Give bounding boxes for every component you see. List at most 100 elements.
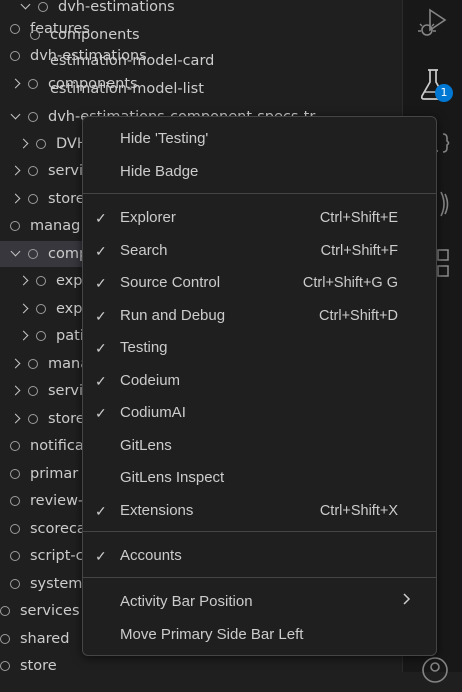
chevron-right-icon[interactable] <box>18 330 30 342</box>
test-status-circle-icon <box>28 112 38 122</box>
menu-separator <box>83 577 436 578</box>
menu-item-extensions[interactable]: ✓ Extensions Ctrl+Shift+X <box>83 497 436 525</box>
check-icon: ✓ <box>95 210 107 226</box>
menu-item-search[interactable]: ✓ Search Ctrl+Shift+F <box>83 237 436 265</box>
chevron-down-icon[interactable] <box>10 111 22 123</box>
test-status-circle-icon <box>0 661 10 671</box>
menu-item-label: Codeium <box>120 371 181 389</box>
menu-item-codeium[interactable]: ✓ Codeium <box>83 367 436 395</box>
menu-item-label: Extensions <box>120 501 194 519</box>
menu-item-shortcut: Ctrl+Shift+D <box>319 307 398 324</box>
menu-item-shortcut: Ctrl+Shift+X <box>319 502 398 519</box>
check-icon: ✓ <box>95 340 107 356</box>
test-status-circle-icon <box>36 276 46 286</box>
menu-item-hide-badge[interactable]: Hide Badge <box>83 158 436 186</box>
check-icon: ✓ <box>95 502 107 519</box>
menu-item-label: GitLens <box>120 436 172 454</box>
tree-row-label: dvh-estimations <box>58 0 175 15</box>
menu-item-move-primary-side-bar[interactable]: Move Primary Side Bar Left <box>83 621 436 649</box>
tree-row-label: review- <box>30 493 84 509</box>
test-status-circle-icon <box>28 166 38 176</box>
testing-badge: 1 <box>435 84 453 102</box>
menu-separator <box>83 193 436 194</box>
test-status-circle-icon <box>10 551 20 561</box>
menu-item-label: Testing <box>120 339 168 356</box>
menu-item-shortcut: Ctrl+Shift+G G <box>302 275 398 291</box>
chevron-right-icon <box>402 588 412 616</box>
menu-item-label: Hide 'Testing' <box>120 130 209 147</box>
tree-row-label: manag <box>30 218 81 234</box>
check-icon: ✓ <box>95 548 107 564</box>
test-status-circle-icon <box>36 331 46 341</box>
tree-row-label: estimation-model-list <box>50 81 204 97</box>
tree-row[interactable]: estimation-model-list <box>0 76 402 102</box>
test-status-circle-icon <box>28 414 38 424</box>
menu-item-hide-testing[interactable]: Hide 'Testing' <box>83 125 436 153</box>
check-icon: ✓ <box>95 275 107 291</box>
chevron-right-icon[interactable] <box>18 275 30 287</box>
chevron-right-icon[interactable] <box>10 358 22 370</box>
test-status-circle-icon <box>10 579 20 589</box>
chevron-right-icon[interactable] <box>10 385 22 397</box>
test-status-circle-icon <box>0 606 10 616</box>
test-status-circle-icon <box>36 304 46 314</box>
menu-item-source-control[interactable]: ✓ Source Control Ctrl+Shift+G G <box>83 269 436 297</box>
test-status-circle-icon <box>10 524 20 534</box>
tree-row-label: notifica <box>30 438 84 454</box>
menu-item-label: GitLens Inspect <box>120 469 225 486</box>
menu-item-label: Run and Debug <box>120 306 226 324</box>
test-status-circle-icon <box>28 249 38 259</box>
test-status-circle-icon <box>28 194 38 204</box>
tree-row-label: estimation-model-card <box>50 53 215 69</box>
test-status-circle-icon <box>36 139 46 149</box>
test-status-circle-icon <box>28 386 38 396</box>
chevron-down-icon[interactable] <box>20 1 32 13</box>
test-status-circle-icon <box>30 30 40 40</box>
menu-item-activity-bar-position[interactable]: Activity Bar Position <box>83 588 436 616</box>
menu-item-label: Accounts <box>120 547 182 564</box>
tree-row-label: shared <box>20 631 70 647</box>
test-status-circle-icon <box>10 469 20 479</box>
run-and-debug-icon[interactable] <box>403 0 462 48</box>
tree-row-label: components <box>50 27 140 43</box>
check-icon: ✓ <box>95 405 107 421</box>
menu-item-gitlens-inspect[interactable]: GitLens Inspect <box>83 464 436 492</box>
testing-icon[interactable]: 1 <box>403 62 462 110</box>
check-icon: ✓ <box>95 307 107 324</box>
tree-row-label: scoreca <box>30 521 86 537</box>
test-status-circle-icon <box>10 221 20 231</box>
tree-row-label: services <box>20 603 80 619</box>
test-status-circle-icon <box>38 2 48 12</box>
menu-item-label: Hide Badge <box>120 163 199 180</box>
menu-item-gitlens[interactable]: GitLens <box>83 432 436 460</box>
chevron-down-icon[interactable] <box>10 248 22 260</box>
tree-row-label: store <box>20 658 57 672</box>
chevron-right-icon[interactable] <box>18 303 30 315</box>
check-icon: ✓ <box>95 242 107 259</box>
menu-item-label: Explorer <box>120 209 176 226</box>
menu-item-testing[interactable]: ✓ Testing <box>83 334 436 362</box>
check-icon: ✓ <box>95 372 107 389</box>
chevron-right-icon[interactable] <box>10 165 22 177</box>
menu-item-label: Source Control <box>120 274 221 291</box>
menu-item-run-and-debug[interactable]: ✓ Run and Debug Ctrl+Shift+D <box>83 302 436 330</box>
chevron-right-icon[interactable] <box>10 193 22 205</box>
menu-item-label: Activity Bar Position <box>120 593 253 610</box>
test-status-circle-icon <box>28 359 38 369</box>
menu-item-accounts[interactable]: ✓ Accounts <box>83 542 436 570</box>
menu-item-label: Move Primary Side Bar Left <box>120 626 304 643</box>
tree-row-label: system <box>30 576 83 592</box>
menu-item-codiumai[interactable]: ✓ CodiumAI <box>83 399 436 427</box>
tree-row-label: script-c <box>30 548 84 564</box>
tree-row-label: store <box>48 411 85 427</box>
test-status-circle-icon <box>10 496 20 506</box>
activity-bar-context-menu: Hide 'Testing' Hide Badge ✓ Explorer Ctrl+… <box>82 116 437 656</box>
chevron-right-icon[interactable] <box>18 138 30 150</box>
chevron-right-icon[interactable] <box>10 413 22 425</box>
menu-item-explorer[interactable]: ✓ Explorer Ctrl+Shift+E <box>83 204 436 232</box>
test-status-circle-icon <box>0 634 10 644</box>
test-status-circle-icon <box>10 441 20 451</box>
menu-separator <box>83 531 436 532</box>
menu-item-label: Search <box>120 241 168 259</box>
menu-item-shortcut: Ctrl+Shift+E <box>319 210 398 226</box>
